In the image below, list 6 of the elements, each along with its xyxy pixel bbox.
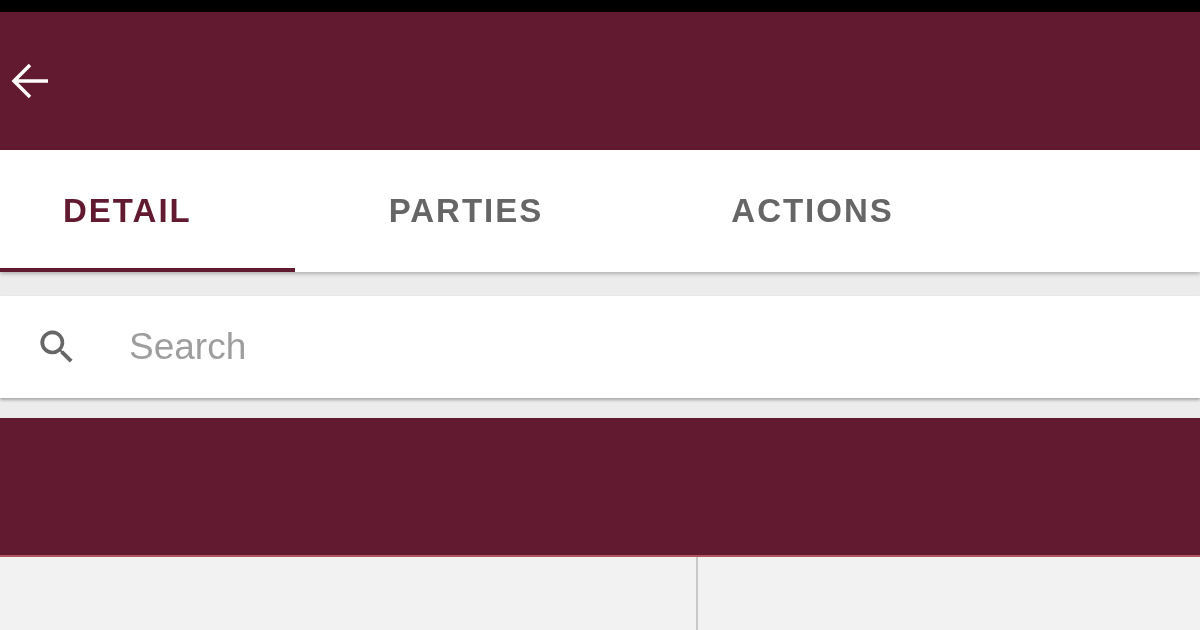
tab[interactable]: ACTIONS (637, 150, 988, 272)
tab[interactable]: DETAIL (0, 150, 295, 272)
tab[interactable]: PARTIES (294, 150, 638, 272)
search-field[interactable]: Search (0, 296, 1200, 398)
back-arrow-icon[interactable] (10, 61, 50, 101)
search-input[interactable]: Search (127, 316, 1200, 378)
